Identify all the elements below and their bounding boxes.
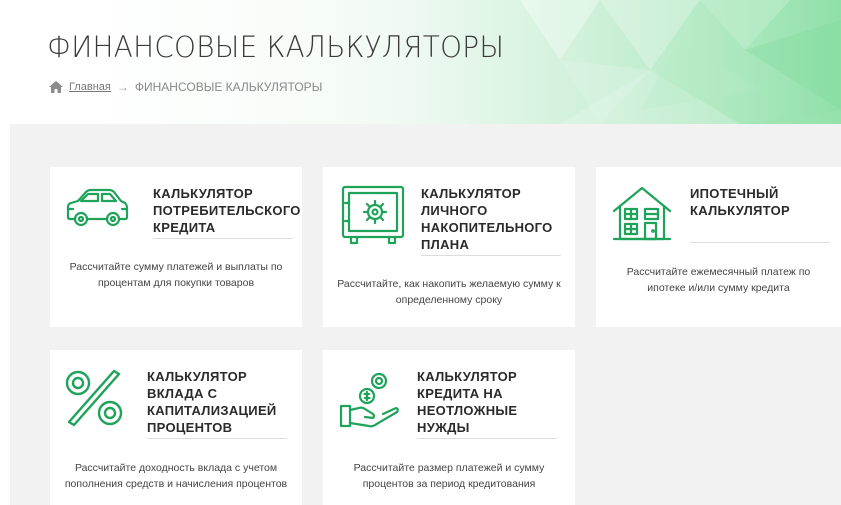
card-divider	[690, 242, 830, 243]
card-title[interactable]: КАЛЬКУЛЯТОР ПОТРЕБИТЕЛЬСКОГО КРЕДИТА	[153, 185, 300, 236]
page-header: ФИНАНСОВЫЕ КАЛЬКУЛЯТОРЫ Главная → ФИНАНС…	[0, 0, 841, 124]
card-mortgage[interactable]: ИПОТЕЧНЫЙ КАЛЬКУЛЯТОР Рассчитайте ежемес…	[596, 167, 841, 327]
card-title[interactable]: КАЛЬКУЛЯТОР ЛИЧНОГО НАКОПИТЕЛЬНОГО ПЛАНА	[421, 185, 566, 253]
card-divider	[147, 438, 287, 439]
card-divider	[421, 255, 561, 256]
card-urgent-credit[interactable]: КАЛЬКУЛЯТОР КРЕДИТА НА НЕОТЛОЖНЫЕ НУЖДЫ …	[323, 350, 575, 505]
card-divider	[153, 238, 293, 239]
card-savings-plan[interactable]: КАЛЬКУЛЯТОР ЛИЧНОГО НАКОПИТЕЛЬНОГО ПЛАНА…	[323, 167, 575, 327]
card-divider	[417, 438, 557, 439]
card-description: Рассчитайте размер платежей и сумму проц…	[353, 462, 545, 490]
breadcrumb-current: ФИНАНСОВЫЕ КАЛЬКУЛЯТОРЫ	[134, 80, 323, 94]
card-title[interactable]: ИПОТЕЧНЫЙ КАЛЬКУЛЯТОР	[690, 185, 835, 219]
safe-icon	[341, 185, 405, 245]
card-title[interactable]: КАЛЬКУЛЯТОР ВКЛАДА С КАПИТАЛИЗАЦИЕЙ ПРОЦ…	[147, 368, 297, 436]
card-description: Рассчитайте, как накопить желаемую сумму…	[337, 278, 561, 306]
calculators-section: КАЛЬКУЛЯТОР ПОТРЕБИТЕЛЬСКОГО КРЕДИТА Рас…	[10, 124, 841, 505]
card-deposit-capitalization[interactable]: КАЛЬКУЛЯТОР ВКЛАДА С КАПИТАЛИЗАЦИЕЙ ПРОЦ…	[50, 350, 302, 505]
card-title[interactable]: КАЛЬКУЛЯТОР КРЕДИТА НА НЕОТЛОЖНЫЕ НУЖДЫ	[417, 368, 567, 436]
card-description: Рассчитайте доходность вклада с учетом п…	[64, 462, 288, 490]
house-icon	[612, 186, 672, 241]
hand-coins-icon	[339, 372, 399, 428]
breadcrumb: Главная → ФИНАНСОВЫЕ КАЛЬКУЛЯТОРЫ	[49, 80, 322, 94]
car-icon	[66, 188, 129, 227]
percent-icon	[65, 369, 123, 427]
page-title: ФИНАНСОВЫЕ КАЛЬКУЛЯТОРЫ	[47, 30, 505, 64]
breadcrumb-home-link[interactable]: Главная	[69, 81, 111, 93]
breadcrumb-separator: →	[116, 80, 129, 94]
home-icon[interactable]	[49, 81, 63, 93]
card-consumer-credit[interactable]: КАЛЬКУЛЯТОР ПОТРЕБИТЕЛЬСКОГО КРЕДИТА Рас…	[50, 167, 302, 327]
card-description: Рассчитайте ежемесячный платеж по ипотек…	[626, 266, 811, 294]
card-description: Рассчитайте сумму платежей и выплаты по …	[69, 261, 283, 289]
